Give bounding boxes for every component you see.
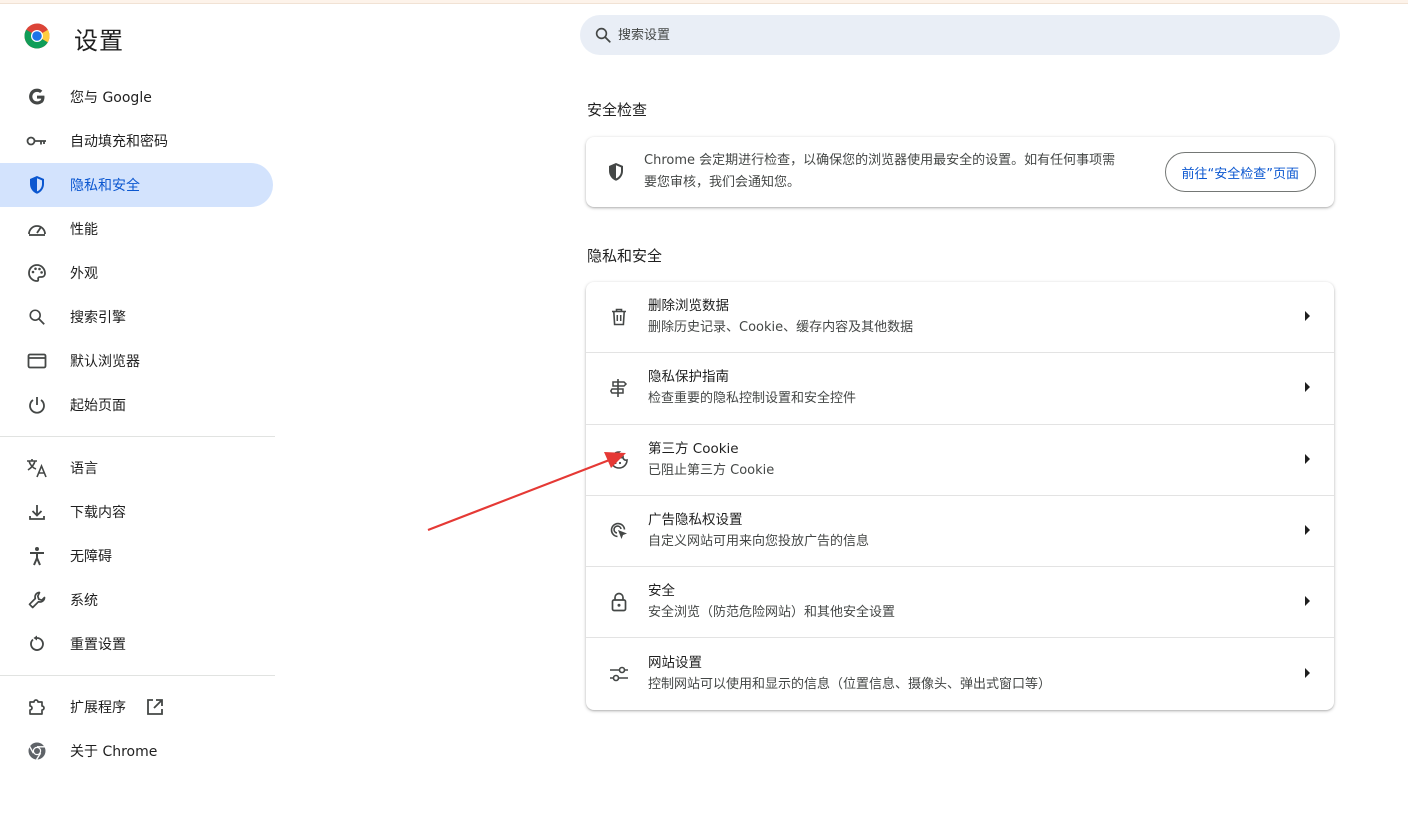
sidebar-item-label: 性能 (70, 222, 98, 238)
sidebar-item-label: 外观 (70, 266, 98, 282)
sidebar-item-label: 系统 (70, 593, 98, 609)
tune-icon (608, 663, 630, 685)
download-icon (26, 501, 48, 523)
sidebar-item-performance[interactable]: 性能 (0, 207, 275, 251)
sidebar-item-label: 搜索引擎 (70, 310, 126, 326)
chevron-right-icon (1305, 453, 1310, 464)
power-icon (26, 394, 48, 416)
sidebar-item-label: 重置设置 (70, 637, 126, 653)
row-ad-privacy[interactable]: 广告隐私权设置自定义网站可用来向您投放广告的信息 (586, 496, 1334, 568)
sidebar-item-label: 起始页面 (70, 398, 126, 414)
chevron-right-icon (1305, 525, 1310, 536)
sidebar-item-extensions[interactable]: 扩展程序 (0, 685, 275, 729)
sidebar: 您与 Google 自动填充和密码 隐私和安全 性能 外观 搜索引擎 默认浏览器… (0, 75, 275, 773)
row-title: 安全 (648, 583, 675, 600)
chevron-right-icon (1305, 596, 1310, 607)
sidebar-item-system[interactable]: 系统 (0, 578, 275, 622)
chevron-right-icon (1305, 668, 1310, 679)
accessibility-icon (26, 545, 48, 567)
chrome-icon (26, 740, 48, 762)
sidebar-divider (0, 675, 275, 676)
sidebar-item-label: 无障碍 (70, 549, 112, 565)
sidebar-item-label: 扩展程序 (70, 700, 126, 716)
row-privacy-guide[interactable]: 隐私保护指南检查重要的隐私控制设置和安全控件 (586, 353, 1334, 425)
chrome-logo-icon (24, 23, 50, 49)
row-subtitle: 自定义网站可用来向您投放广告的信息 (648, 534, 870, 550)
sidebar-item-label: 自动填充和密码 (70, 134, 168, 150)
cookie-icon (608, 449, 630, 471)
sidebar-item-label: 关于 Chrome (70, 744, 158, 760)
google-icon (26, 86, 48, 108)
shield-icon (26, 174, 48, 196)
safety-check-card: Chrome 会定期进行检查，以确保您的浏览器使用最安全的设置。如有任何事项需要… (586, 137, 1334, 207)
signpost-icon (608, 377, 630, 399)
puzzle-icon (26, 696, 48, 718)
sidebar-item-google[interactable]: 您与 Google (0, 75, 275, 119)
sidebar-item-reset[interactable]: 重置设置 (0, 622, 275, 666)
page-title: 设置 (74, 27, 124, 55)
row-third-party-cookies[interactable]: 第三方 Cookie 已阻止第三方 Cookie (586, 425, 1334, 496)
key-icon (26, 130, 48, 152)
search-icon (595, 27, 611, 43)
sidebar-item-languages[interactable]: 语言 (0, 446, 275, 490)
sidebar-item-label: 下载内容 (70, 505, 126, 521)
row-subtitle: 检查重要的隐私控制设置和安全控件 (648, 391, 857, 407)
ad-privacy-icon (608, 520, 630, 542)
safety-check-heading: 安全检查 (587, 101, 648, 119)
sidebar-item-autofill[interactable]: 自动填充和密码 (0, 119, 275, 163)
sidebar-item-accessibility[interactable]: 无障碍 (0, 534, 275, 578)
row-subtitle: 控制网站可以使用和显示的信息（位置信息、摄像头、弹出式窗口等） (648, 677, 1052, 693)
search-input[interactable] (618, 27, 1218, 43)
search-bar[interactable] (580, 15, 1340, 55)
sidebar-item-default-browser[interactable]: 默认浏览器 (0, 339, 275, 383)
row-title: 广告隐私权设置 (648, 512, 743, 529)
sidebar-item-label: 您与 Google (70, 90, 152, 106)
row-security[interactable]: 安全安全浏览（防范危险网站）和其他安全设置 (586, 567, 1334, 639)
sidebar-item-appearance[interactable]: 外观 (0, 251, 275, 295)
sidebar-item-label: 默认浏览器 (70, 354, 140, 370)
lock-icon (608, 591, 630, 613)
row-title: 网站设置 (648, 655, 702, 672)
sidebar-item-search-engine[interactable]: 搜索引擎 (0, 295, 275, 339)
sidebar-item-startup[interactable]: 起始页面 (0, 383, 275, 427)
row-subtitle: 删除历史记录、Cookie、缓存内容及其他数据 (648, 320, 914, 336)
row-site-settings[interactable]: 网站设置控制网站可以使用和显示的信息（位置信息、摄像头、弹出式窗口等） (586, 638, 1334, 709)
chevron-right-icon (1305, 311, 1310, 322)
sidebar-item-privacy[interactable]: 隐私和安全 (0, 163, 273, 207)
row-title: 第三方 Cookie (648, 440, 739, 457)
chevron-right-icon (1305, 382, 1310, 393)
sidebar-divider (0, 436, 275, 437)
wrench-icon (26, 589, 48, 611)
safety-check-description: Chrome 会定期进行检查，以确保您的浏览器使用最安全的设置。如有任何事项需要… (644, 153, 1116, 190)
privacy-heading: 隐私和安全 (587, 247, 663, 265)
open-in-new-icon (146, 698, 164, 716)
reset-icon (26, 633, 48, 655)
speedometer-icon (26, 218, 48, 240)
browser-window-icon (26, 350, 48, 372)
translate-icon (26, 457, 48, 479)
row-clear-browsing-data[interactable]: 删除浏览数据删除历史记录、Cookie、缓存内容及其他数据 (586, 282, 1334, 354)
sidebar-item-label: 隐私和安全 (70, 178, 140, 194)
row-subtitle: 已阻止第三方 Cookie (648, 462, 775, 478)
go-to-safety-check-button[interactable]: 前往“安全检查”页面 (1164, 152, 1316, 192)
sidebar-item-downloads[interactable]: 下载内容 (0, 490, 275, 534)
trash-icon (608, 306, 630, 328)
search-icon (26, 306, 48, 328)
sidebar-item-label: 语言 (70, 461, 98, 477)
top-border (0, 0, 1408, 4)
privacy-settings-card: 删除浏览数据删除历史记录、Cookie、缓存内容及其他数据 隐私保护指南检查重要… (586, 282, 1334, 710)
row-title: 隐私保护指南 (648, 369, 729, 386)
palette-icon (26, 262, 48, 284)
row-title: 删除浏览数据 (648, 298, 729, 315)
shield-icon (606, 162, 626, 182)
row-subtitle: 安全浏览（防范危险网站）和其他安全设置 (648, 605, 896, 621)
sidebar-item-about-chrome[interactable]: 关于 Chrome (0, 729, 275, 773)
